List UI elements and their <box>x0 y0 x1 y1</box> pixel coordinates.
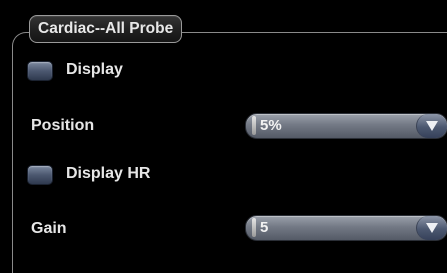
chevron-down-icon <box>426 121 438 131</box>
display-hr-checkbox[interactable] <box>27 165 53 185</box>
display-hr-label: Display HR <box>66 165 151 182</box>
gain-dropdown[interactable]: 5 <box>245 215 447 241</box>
position-dropdown-button[interactable] <box>416 114 447 138</box>
gain-dropdown-button[interactable] <box>416 216 447 240</box>
position-label: Position <box>31 117 95 134</box>
combo-edge <box>252 218 256 237</box>
chevron-down-icon <box>426 223 438 233</box>
gain-label: Gain <box>31 220 67 237</box>
cardiac-settings-panel: Cardiac--All Probe Display Position 5% D… <box>0 0 447 273</box>
display-checkbox[interactable] <box>27 61 53 81</box>
group-title: Cardiac--All Probe <box>29 15 183 43</box>
position-dropdown[interactable]: 5% <box>245 113 447 139</box>
display-label: Display <box>66 61 123 78</box>
gain-value: 5 <box>260 219 269 236</box>
position-value: 5% <box>260 117 282 134</box>
combo-edge <box>252 116 256 135</box>
